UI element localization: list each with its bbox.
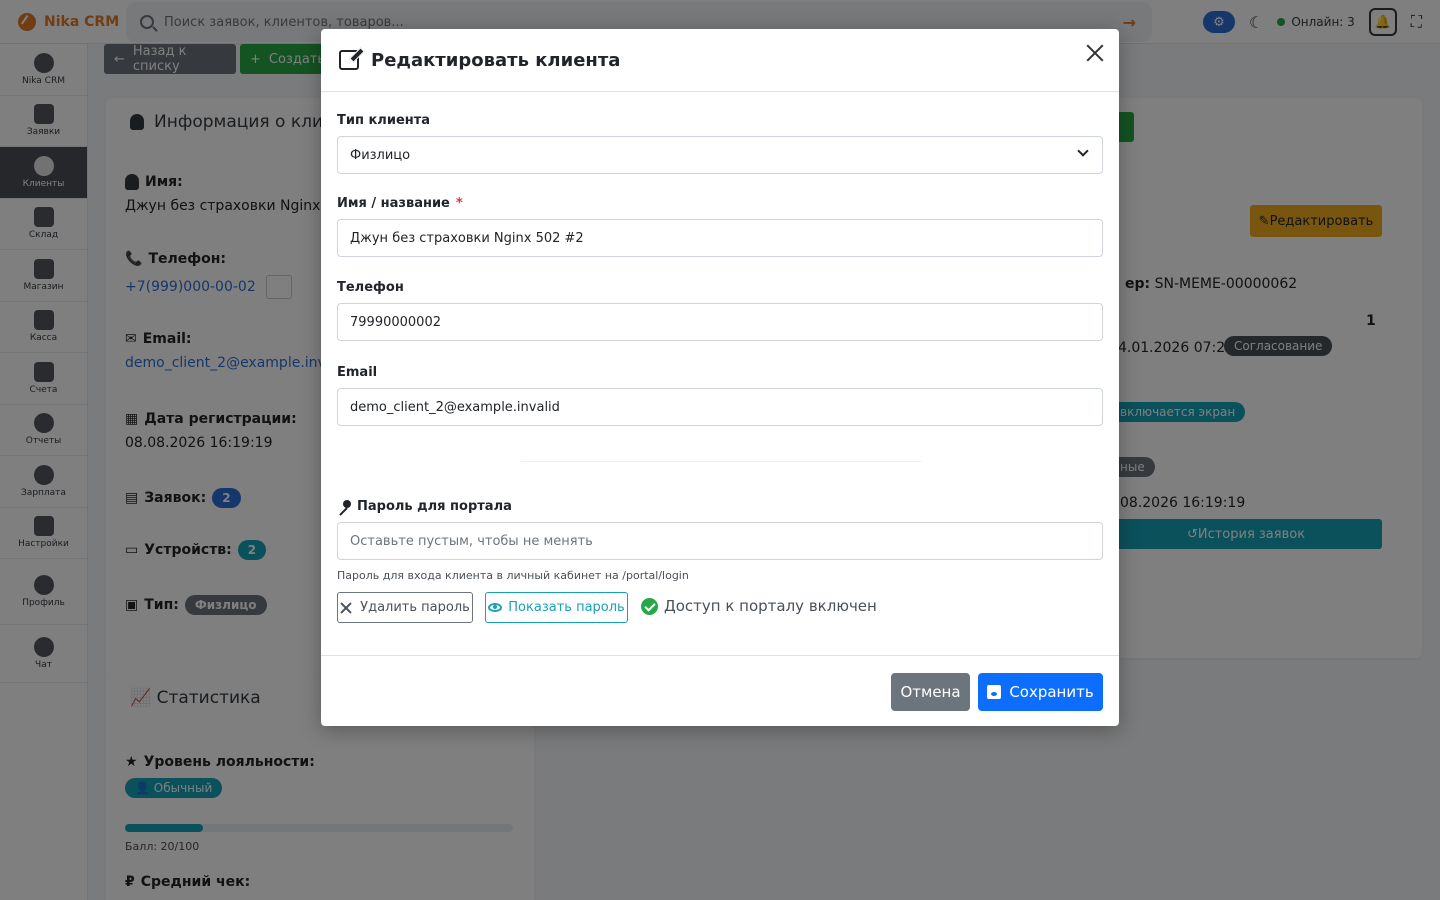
phone-group: Телефон	[337, 280, 1103, 341]
x-icon	[340, 602, 352, 614]
email-group: Email	[337, 365, 1103, 426]
phone-label: Телефон	[337, 280, 404, 295]
edit-client-modal: Редактировать клиента Тип клиента Физлиц…	[321, 29, 1119, 726]
portal-access-status: Доступ к порталу включен	[641, 597, 877, 615]
email-input[interactable]	[337, 388, 1103, 426]
floppy-disk-icon	[987, 685, 1002, 699]
required-mark: *	[455, 196, 463, 211]
modal-footer: Отмена Сохранить	[321, 655, 1119, 726]
save-button[interactable]: Сохранить	[978, 673, 1103, 711]
check-circle-icon	[641, 597, 658, 615]
client-type-select[interactable]: Физлицо	[337, 136, 1103, 174]
email-label: Email	[337, 365, 378, 380]
cancel-button[interactable]: Отмена	[891, 673, 970, 711]
name-group: Имя / название *	[337, 196, 1103, 257]
name-input[interactable]	[337, 219, 1103, 257]
password-input[interactable]	[337, 522, 1103, 560]
show-password-button[interactable]: Показать пароль	[485, 592, 628, 623]
divider	[521, 461, 921, 462]
password-group: Пароль для портала	[337, 499, 1103, 560]
modal-title: Редактировать клиента	[371, 49, 621, 71]
edit-icon	[339, 50, 359, 70]
key-icon	[337, 499, 351, 514]
client-type-group: Тип клиента Физлицо	[337, 113, 1103, 174]
password-help-text: Пароль для входа клиента в личный кабине…	[337, 569, 689, 582]
close-button[interactable]	[1085, 43, 1105, 63]
client-type-label: Тип клиента	[337, 113, 431, 128]
password-label: Пароль для портала	[337, 499, 1103, 514]
name-label: Имя / название *	[337, 196, 463, 211]
modal-header: Редактировать клиента	[321, 29, 1119, 92]
eye-icon	[488, 603, 503, 612]
phone-input[interactable]	[337, 303, 1103, 341]
delete-password-button[interactable]: Удалить пароль	[337, 592, 473, 623]
